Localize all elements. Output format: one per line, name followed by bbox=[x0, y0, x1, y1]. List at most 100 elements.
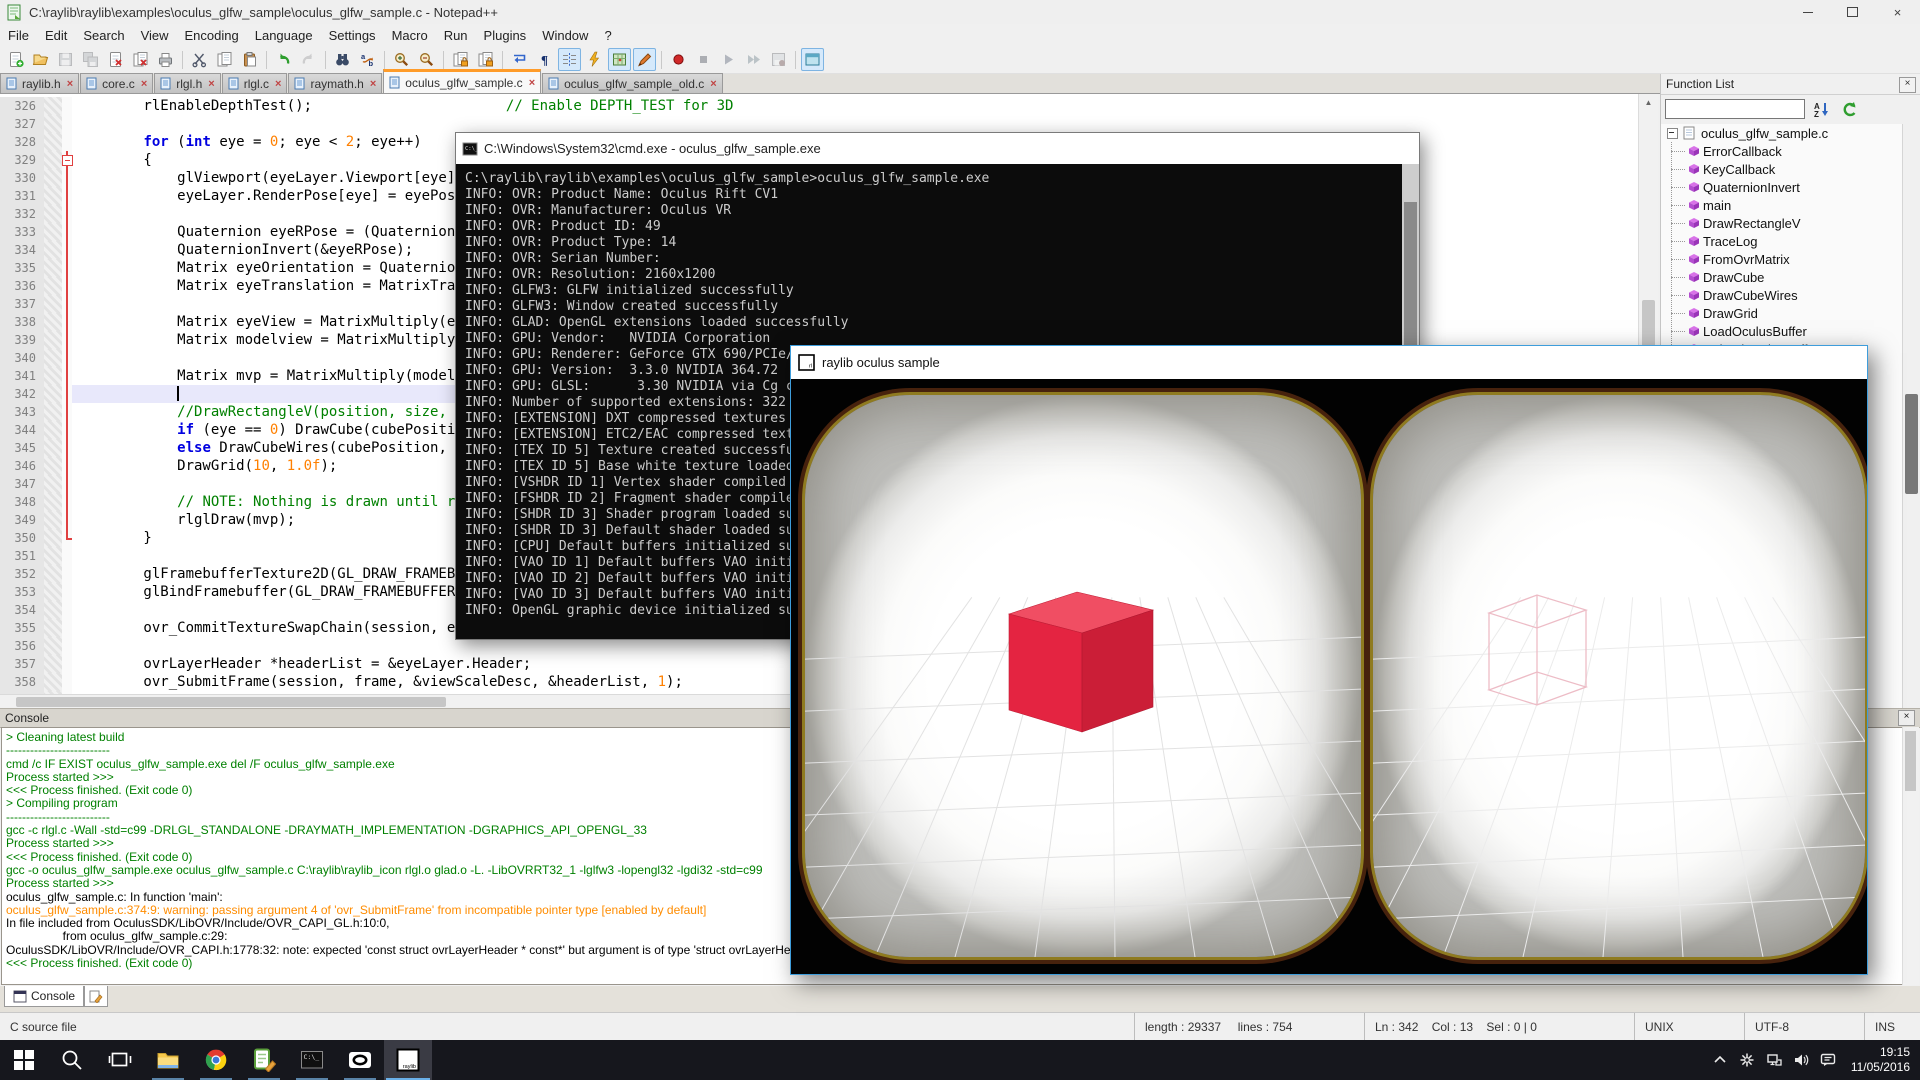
function-item-KeyCallback[interactable]: KeyCallback bbox=[1661, 160, 1902, 178]
bookmark-margin[interactable] bbox=[44, 493, 62, 511]
zoom-in-icon[interactable] bbox=[390, 48, 413, 71]
console-panel-tab[interactable]: Console bbox=[4, 986, 84, 1007]
bookmark-margin[interactable] bbox=[44, 331, 62, 349]
fold-margin[interactable] bbox=[62, 529, 72, 547]
taskbar-search-button[interactable] bbox=[48, 1040, 96, 1080]
fold-margin[interactable] bbox=[62, 403, 72, 421]
fold-margin[interactable] bbox=[62, 493, 72, 511]
reload-icon[interactable] bbox=[1839, 99, 1861, 119]
console-scrollbar[interactable] bbox=[1902, 727, 1919, 985]
fold-margin[interactable] bbox=[62, 151, 72, 169]
function-tree-root[interactable]: oculus_glfw_sample.c bbox=[1661, 124, 1902, 142]
tray-volume-icon[interactable] bbox=[1793, 1052, 1809, 1068]
fold-margin[interactable] bbox=[62, 277, 72, 295]
synchronize-vertical-icon[interactable] bbox=[449, 48, 472, 71]
fold-margin[interactable] bbox=[62, 655, 72, 673]
tray-gear-icon[interactable] bbox=[1739, 1052, 1755, 1068]
tab-raymath.h[interactable]: raymath.h× bbox=[288, 73, 382, 93]
bookmark-margin[interactable] bbox=[44, 637, 62, 655]
fold-margin[interactable] bbox=[62, 223, 72, 241]
bookmark-margin[interactable] bbox=[44, 295, 62, 313]
word-wrap-icon[interactable] bbox=[508, 48, 531, 71]
taskbar-file-explorer-button[interactable] bbox=[144, 1040, 192, 1080]
bookmark-margin[interactable] bbox=[44, 241, 62, 259]
bookmark-margin[interactable] bbox=[44, 529, 62, 547]
tab-oculus_glfw_sample.c[interactable]: oculus_glfw_sample.c× bbox=[383, 69, 541, 93]
bookmark-margin[interactable] bbox=[44, 277, 62, 295]
fold-margin[interactable] bbox=[62, 367, 72, 385]
tab-core.c[interactable]: core.c× bbox=[80, 73, 153, 93]
bookmark-margin[interactable] bbox=[44, 619, 62, 637]
function-list-close-button[interactable]: × bbox=[1899, 77, 1916, 93]
menu-item-help[interactable]: ? bbox=[596, 26, 619, 45]
fold-margin[interactable] bbox=[62, 565, 72, 583]
fold-margin[interactable] bbox=[62, 331, 72, 349]
fold-margin[interactable] bbox=[62, 475, 72, 493]
fold-margin[interactable] bbox=[62, 97, 72, 115]
synchronize-horizontal-icon[interactable] bbox=[474, 48, 497, 71]
copy-icon[interactable] bbox=[213, 48, 236, 71]
status-eol-format[interactable]: UNIX bbox=[1634, 1013, 1744, 1041]
bookmark-margin[interactable] bbox=[44, 511, 62, 529]
menu-item-file[interactable]: File bbox=[0, 26, 37, 45]
tab-close-icon[interactable]: × bbox=[67, 79, 73, 89]
function-item-QuaternionInvert[interactable]: QuaternionInvert bbox=[1661, 178, 1902, 196]
tray-message-icon[interactable] bbox=[1820, 1052, 1836, 1068]
tab-close-icon[interactable]: × bbox=[141, 79, 147, 89]
bookmark-margin[interactable] bbox=[44, 547, 62, 565]
tab-raylib.h[interactable]: raylib.h× bbox=[0, 73, 79, 93]
taskbar-notepad-plus-plus-button[interactable] bbox=[240, 1040, 288, 1080]
fold-margin[interactable] bbox=[62, 133, 72, 151]
taskbar-raylib-button[interactable]: raylib bbox=[384, 1040, 432, 1080]
new-file-icon[interactable] bbox=[4, 48, 27, 71]
bookmark-margin[interactable] bbox=[44, 421, 62, 439]
bookmark-margin[interactable] bbox=[44, 169, 62, 187]
open-file-icon[interactable] bbox=[29, 48, 52, 71]
export-panel-tab[interactable] bbox=[84, 986, 108, 1007]
bookmark-margin[interactable] bbox=[44, 583, 62, 601]
menu-item-window[interactable]: Window bbox=[534, 26, 596, 45]
bookmark-margin[interactable] bbox=[44, 133, 62, 151]
cut-icon[interactable] bbox=[188, 48, 211, 71]
bookmark-margin[interactable] bbox=[44, 673, 62, 691]
indent-guide-icon[interactable] bbox=[558, 48, 581, 71]
paste-icon[interactable] bbox=[238, 48, 261, 71]
fold-margin[interactable] bbox=[62, 259, 72, 277]
fold-margin[interactable] bbox=[62, 385, 72, 403]
bookmark-margin[interactable] bbox=[44, 601, 62, 619]
fold-margin[interactable] bbox=[62, 313, 72, 331]
status-insert-mode[interactable]: INS bbox=[1864, 1013, 1920, 1041]
fold-margin[interactable] bbox=[62, 601, 72, 619]
bookmark-margin[interactable] bbox=[44, 403, 62, 421]
function-completion-icon[interactable] bbox=[583, 48, 606, 71]
bookmark-margin[interactable] bbox=[44, 259, 62, 277]
bookmark-margin[interactable] bbox=[44, 187, 62, 205]
fold-collapse-icon[interactable] bbox=[62, 155, 73, 166]
taskbar-task-view-button[interactable] bbox=[96, 1040, 144, 1080]
menu-item-macro[interactable]: Macro bbox=[384, 26, 436, 45]
function-item-FromOvrMatrix[interactable]: FromOvrMatrix bbox=[1661, 250, 1902, 268]
fold-margin[interactable] bbox=[62, 637, 72, 655]
show-all-characters-icon[interactable]: ¶ bbox=[533, 48, 556, 71]
function-item-DrawCubeWires[interactable]: DrawCubeWires bbox=[1661, 286, 1902, 304]
function-list-scrollbar[interactable] bbox=[1902, 124, 1920, 708]
minimize-button[interactable] bbox=[1785, 0, 1830, 24]
fold-margin[interactable] bbox=[62, 169, 72, 187]
taskbar-oculus-button[interactable] bbox=[336, 1040, 384, 1080]
tab-close-icon[interactable]: × bbox=[275, 79, 281, 89]
print-icon[interactable] bbox=[154, 48, 177, 71]
raylib-window[interactable]: rl raylib oculus sample × bbox=[790, 345, 1868, 975]
document-switcher-icon[interactable] bbox=[633, 48, 656, 71]
function-item-main[interactable]: main bbox=[1661, 196, 1902, 214]
bookmark-margin[interactable] bbox=[44, 655, 62, 673]
tab-close-icon[interactable]: × bbox=[529, 78, 535, 88]
scroll-up-icon[interactable]: ▲ bbox=[1639, 94, 1658, 107]
fold-margin[interactable] bbox=[62, 511, 72, 529]
bookmark-margin[interactable] bbox=[44, 349, 62, 367]
function-search-input[interactable] bbox=[1665, 99, 1805, 119]
function-item-ErrorCallback[interactable]: ErrorCallback bbox=[1661, 142, 1902, 160]
bookmark-margin[interactable] bbox=[44, 385, 62, 403]
macro-record-icon[interactable] bbox=[667, 48, 690, 71]
fold-margin[interactable] bbox=[62, 457, 72, 475]
tab-close-icon[interactable]: × bbox=[710, 79, 716, 89]
